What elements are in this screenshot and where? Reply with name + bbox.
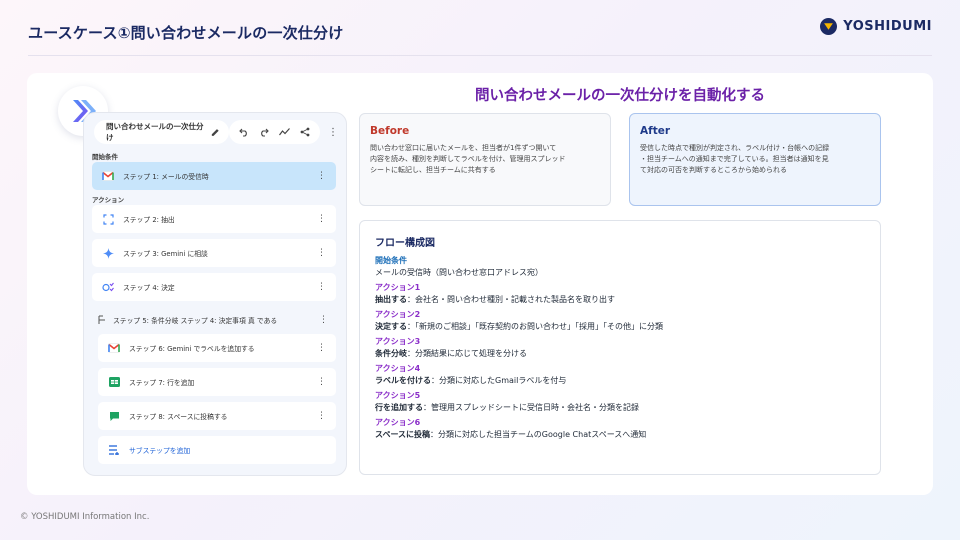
extract-icon: [101, 212, 115, 226]
before-line: シートに転記し、担当チームに共有する: [370, 165, 496, 174]
step-8-post-to-space[interactable]: ステップ 8: スペースに投稿する ⋮: [98, 402, 336, 430]
actions-section-label: アクション: [92, 196, 125, 204]
flow-action-1-desc: 抽出する：会社名・問い合わせ種別・記載された製品名を取り出す: [375, 295, 615, 304]
add-substep-label: サブステップを追加: [129, 447, 191, 455]
step-menu-icon[interactable]: ⋮: [319, 315, 328, 325]
flow-action-1-label: アクション1: [375, 283, 421, 292]
flow-start-desc: メールの受信時（問い合わせ窓口アドレス宛）: [375, 268, 543, 277]
step-6-add-label[interactable]: ステップ 6: Gemini でラベルを追加する ⋮: [98, 334, 336, 362]
add-substep-button[interactable]: サブステップを追加: [98, 436, 336, 464]
gmail-icon: [107, 341, 121, 355]
flow-diagram-box: フロー構成図 開始条件 メールの受信時（問い合わせ窓口アドレス宛） アクション1…: [359, 220, 881, 475]
flow-action-4-desc: ラベルを付ける：分類に対応したGmailラベルを付与: [375, 376, 567, 385]
flow-action-6-label: アクション6: [375, 418, 421, 427]
undo-icon[interactable]: [239, 127, 249, 137]
step-label: ステップ 3: Gemini に相談: [123, 250, 208, 258]
step-label: ステップ 7: 行を追加: [129, 379, 195, 387]
step-7-add-row[interactable]: ステップ 7: 行を追加 ⋮: [98, 368, 336, 396]
step-label: ステップ 2: 抽出: [123, 216, 175, 224]
gmail-icon: [101, 169, 115, 183]
before-line: 問い合わせ窓口に届いたメールを、担当者が1件ずつ開いて: [370, 144, 557, 152]
after-line: 受信した時点で種別が判定され、ラベル付け・台帳への記録: [640, 144, 830, 152]
activity-icon[interactable]: [279, 127, 290, 137]
redo-icon[interactable]: [259, 127, 269, 137]
step-4-decide[interactable]: ステップ 4: 決定 ⋮: [92, 273, 336, 301]
flow-action-3-label: アクション3: [375, 337, 421, 346]
step-label: ステップ 6: Gemini でラベルを追加する: [129, 345, 255, 353]
more-icon[interactable]: ⋮: [328, 127, 338, 138]
before-box: Before 問い合わせ窓口に届いたメールを、担当者が1件ずつ開いて 内容を読み…: [359, 113, 611, 206]
main-title: 問い合わせメールの一次仕分けを自動化する: [475, 88, 765, 104]
step-menu-icon[interactable]: ⋮: [317, 171, 326, 181]
step-3-ask-gemini[interactable]: ステップ 3: Gemini に相談 ⋮: [92, 239, 336, 267]
step-menu-icon[interactable]: ⋮: [317, 214, 326, 224]
sheets-icon: [107, 375, 121, 389]
brand-name: YOSHIDUMI: [843, 19, 932, 34]
copyright-footer: © YOSHIDUMI Information Inc.: [20, 512, 150, 522]
before-text: 問い合わせ窓口に届いたメールを、担当者が1件ずつ開いて 内容を読み、種別を判断し…: [370, 143, 602, 176]
gemini-icon: [101, 246, 115, 260]
share-icon[interactable]: [300, 127, 310, 137]
editor-toolbar: [229, 120, 320, 144]
step-menu-icon[interactable]: ⋮: [317, 377, 326, 387]
chat-icon: [107, 409, 121, 423]
editor-header: 問い合わせメールの一次仕分け ⋮: [94, 119, 338, 145]
step-label: ステップ 1: メールの受信時: [123, 173, 209, 181]
step-label: ステップ 5: 条件分岐 ステップ 4: 決定事項 真 である: [113, 317, 278, 325]
after-line: て対応の可否を判断するところから始められる: [640, 165, 787, 174]
before-heading: Before: [370, 125, 410, 137]
add-substep-icon: [107, 443, 121, 457]
step-2-extract[interactable]: ステップ 2: 抽出 ⋮: [92, 205, 336, 233]
flow-action-2-desc: 決定する：「新規のご相談」「既存契約のお問い合わせ」「採用」「その他」に分類: [375, 322, 663, 331]
flow-action-5-desc: 行を追加する：管理用スプレッドシートに受信日時・会社名・分類を記録: [375, 403, 639, 412]
step-menu-icon[interactable]: ⋮: [317, 282, 326, 292]
flow-start-label: 開始条件: [375, 256, 407, 265]
flow-action-5-label: アクション5: [375, 391, 421, 400]
step-5-branch[interactable]: ステップ 5: 条件分岐 ステップ 4: 決定事項 真 である ⋮: [94, 309, 336, 331]
start-section-label: 開始条件: [92, 153, 118, 161]
step-1-email-received[interactable]: ステップ 1: メールの受信時 ⋮: [92, 162, 336, 190]
step-menu-icon[interactable]: ⋮: [317, 248, 326, 258]
flow-action-4-label: アクション4: [375, 364, 421, 373]
decide-icon: [101, 280, 115, 294]
step-menu-icon[interactable]: ⋮: [317, 343, 326, 353]
after-line: ・担当チームへの通知まで完了している。担当者は通知を見: [640, 154, 829, 163]
flow-action-2-label: アクション2: [375, 310, 421, 319]
after-heading: After: [640, 125, 671, 137]
after-box: After 受信した時点で種別が判定され、ラベル付け・台帳への記録 ・担当チーム…: [629, 113, 881, 206]
branch-icon: [98, 315, 107, 325]
brand-logo: YOSHIDUMI: [820, 18, 932, 35]
flow-action-6-desc: スペースに投稿：分類に対応した担当チームのGoogle Chatスペースへ通知: [375, 430, 647, 439]
slide-title: ユースケース①問い合わせメールの一次仕分け: [28, 24, 344, 42]
workflow-editor: 問い合わせメールの一次仕分け ⋮ 開始条件 ステップ 1: メールの受信時 ⋮ …: [83, 112, 347, 476]
brand-mark-icon: [820, 18, 838, 35]
flow-action-3-desc: 条件分岐：分類結果に応じて処理を分ける: [375, 349, 527, 358]
after-text: 受信した時点で種別が判定され、ラベル付け・台帳への記録 ・担当チームへの通知まで…: [640, 143, 872, 176]
step-menu-icon[interactable]: ⋮: [317, 411, 326, 421]
flow-heading: フロー構成図: [375, 238, 435, 249]
header-divider: [28, 55, 932, 56]
edit-icon[interactable]: [211, 128, 220, 137]
before-line: 内容を読み、種別を判断してラベルを付け、管理用スプレッド: [370, 154, 566, 163]
flow-name: 問い合わせメールの一次仕分け: [106, 122, 204, 142]
flow-name-pill[interactable]: 問い合わせメールの一次仕分け: [94, 120, 229, 144]
step-label: ステップ 4: 決定: [123, 284, 175, 292]
step-label: ステップ 8: スペースに投稿する: [129, 413, 228, 421]
